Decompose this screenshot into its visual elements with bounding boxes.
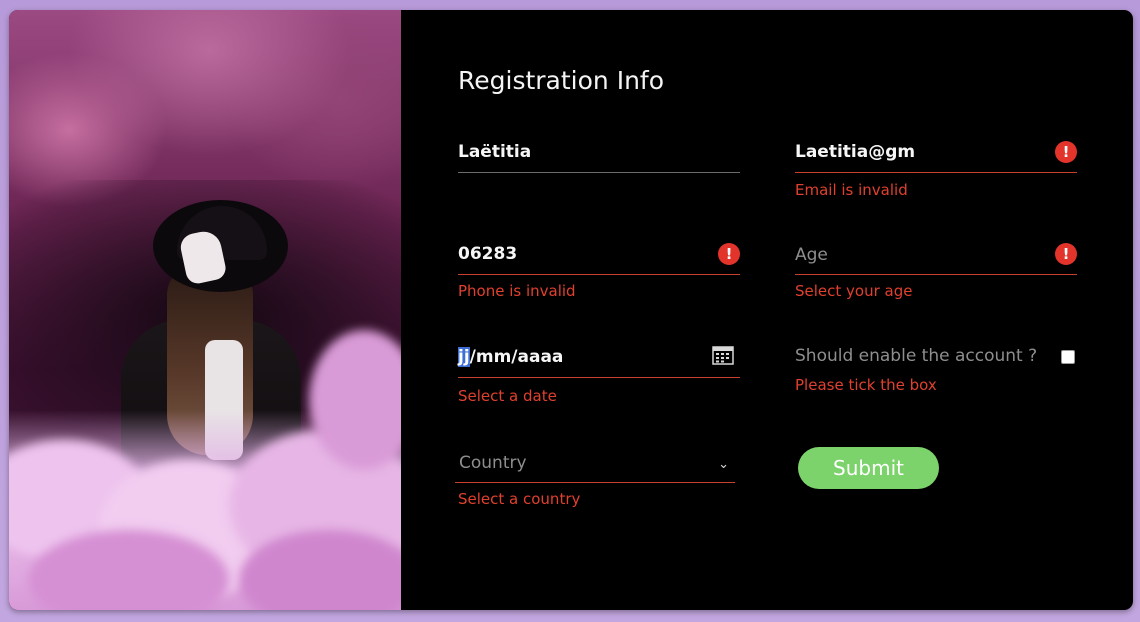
- exclamation-circle-icon: !: [1055, 243, 1077, 265]
- date-field[interactable]: jj/mm/aaaa Select a date: [458, 342, 740, 408]
- phone-field[interactable]: 06283 ! Phone is invalid: [458, 240, 740, 304]
- date-error: Select a date: [458, 387, 557, 405]
- email-value: Laetitia@gm: [795, 142, 916, 162]
- phone-value: 06283: [458, 244, 518, 264]
- registration-card: Registration Info Laëtitia Laetitia@gm !…: [9, 10, 1133, 610]
- enable-account-error: Please tick the box: [795, 376, 937, 394]
- enable-account-checkbox[interactable]: [1061, 350, 1075, 364]
- phone-error: Phone is invalid: [458, 282, 576, 300]
- country-placeholder: Country: [459, 453, 527, 473]
- email-field[interactable]: Laetitia@gm ! Email is invalid: [795, 138, 1077, 202]
- country-select[interactable]: Country ⌄ Select a country: [455, 448, 735, 512]
- registration-form: Registration Info Laëtitia Laetitia@gm !…: [401, 10, 1133, 610]
- calendar-icon[interactable]: [712, 345, 734, 365]
- email-error: Email is invalid: [795, 181, 908, 199]
- first-name-field[interactable]: Laëtitia: [458, 138, 740, 174]
- age-field[interactable]: Age ! Select your age: [795, 240, 1077, 304]
- age-placeholder: Age: [795, 245, 828, 265]
- date-value: jj/mm/aaaa: [458, 347, 563, 367]
- enable-account-label: Should enable the account ?: [795, 346, 1038, 366]
- date-rest: /mm/aaaa: [469, 347, 564, 367]
- exclamation-circle-icon: !: [718, 243, 740, 265]
- first-name-value: Laëtitia: [458, 142, 532, 162]
- hero-photo: [9, 10, 401, 610]
- age-error: Select your age: [795, 282, 913, 300]
- exclamation-circle-icon: !: [1055, 141, 1077, 163]
- country-error: Select a country: [458, 490, 581, 508]
- enable-account-field: Should enable the account ? Please tick …: [795, 345, 1077, 397]
- page-title: Registration Info: [458, 66, 665, 95]
- submit-button[interactable]: Submit: [798, 447, 939, 489]
- chevron-down-icon: ⌄: [718, 457, 729, 472]
- date-day-segment[interactable]: jj: [458, 347, 470, 367]
